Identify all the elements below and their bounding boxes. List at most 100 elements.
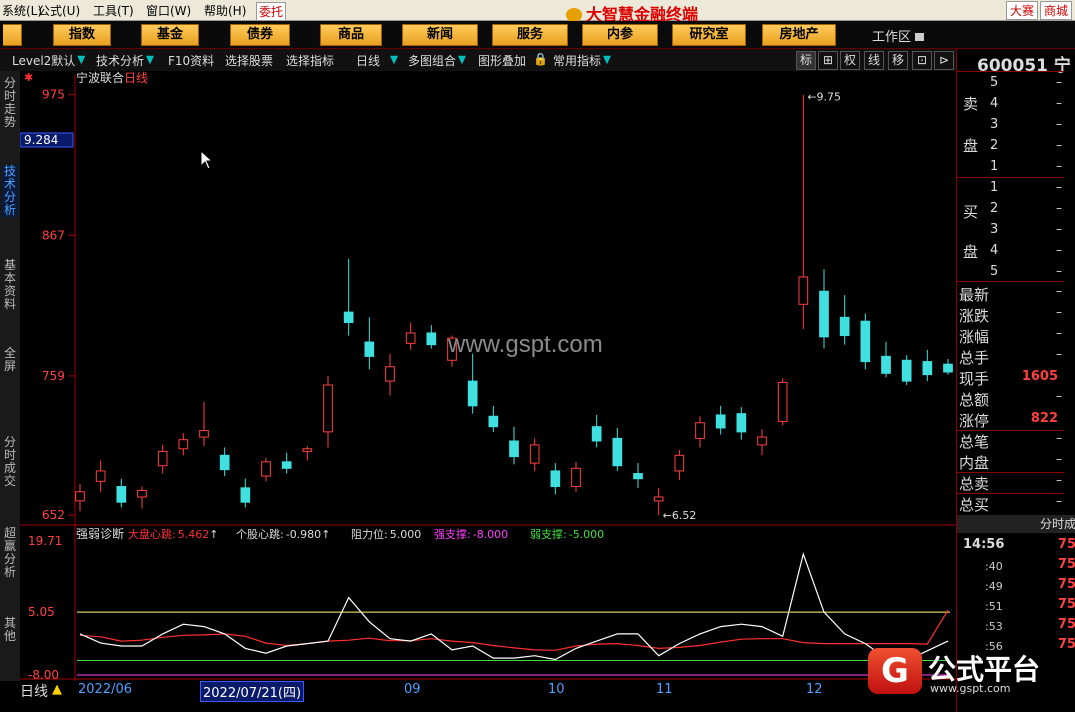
- market-heartbeat-label: 大盘心跳: 5.462↑: [128, 527, 218, 541]
- candle-body: [571, 467, 581, 488]
- toolbar-level2[interactable]: Level2默认: [12, 52, 86, 69]
- mall-button[interactable]: 商城: [1040, 1, 1073, 20]
- menu-formula[interactable]: 公式(U): [38, 2, 80, 19]
- quote-field-row: 最新 –: [957, 284, 1075, 304]
- stock-heartbeat-label: 个股心跳: -0.980↑: [236, 527, 330, 541]
- candle-body: [385, 366, 395, 382]
- tab-research[interactable]: 研究室: [672, 24, 746, 46]
- up-arrow-icon: ↑: [321, 528, 330, 541]
- candle-body: [943, 363, 953, 373]
- low-label: ←6.52: [663, 509, 697, 522]
- stock-name-text: 宁: [1053, 56, 1071, 76]
- nav-super-analysis[interactable]: 超赢分析: [2, 527, 18, 579]
- toolbar-select-stock[interactable]: 选择股票: [225, 52, 273, 69]
- lock-icon[interactable]: 🔒: [533, 52, 548, 66]
- tab-insider[interactable]: 内参: [582, 24, 658, 46]
- panel-divider: [957, 281, 1064, 282]
- brand-url: www.gspt.com: [930, 682, 1011, 695]
- candle-body: [281, 461, 292, 469]
- tick-price: 75: [1057, 537, 1075, 552]
- menu-system[interactable]: 系统(L): [2, 2, 42, 19]
- tab-bond[interactable]: 债券: [230, 24, 290, 46]
- candle-body: [695, 422, 705, 439]
- period-toggle-icon[interactable]: ▲: [52, 682, 62, 697]
- nav-intraday[interactable]: 分时走势: [2, 77, 18, 129]
- tab-index[interactable]: 指数: [53, 24, 111, 46]
- tab-commodity[interactable]: 商品: [320, 24, 382, 46]
- price-tick-label: 975: [42, 88, 65, 102]
- weituo-button[interactable]: 委托: [256, 2, 287, 21]
- dropdown-icon: [458, 55, 467, 65]
- toolbar-f10[interactable]: F10资料: [168, 52, 214, 69]
- candle-body: [591, 426, 602, 442]
- candle-body: [839, 316, 850, 337]
- price-tick-label: 652: [42, 508, 65, 522]
- candle-body: [860, 320, 871, 363]
- candle-body: [819, 290, 829, 338]
- resistance-value: 5.000: [390, 528, 422, 541]
- quote-field-value: –: [1056, 431, 1062, 445]
- toolbar-multi-chart[interactable]: 多图组合: [408, 52, 467, 69]
- chart-stock-name: 宁波联合: [76, 71, 124, 85]
- panel-toggle-icon[interactable]: ⊳: [934, 51, 954, 70]
- chart-period: 日线: [124, 71, 148, 85]
- maximize-icon[interactable]: ⊡: [912, 51, 932, 70]
- quote-field-row: 总额 –: [957, 389, 1075, 409]
- toolbar-tech-analysis[interactable]: 技术分析: [96, 52, 155, 69]
- candle-body: [405, 332, 416, 344]
- up-arrow-icon: ↑: [209, 528, 218, 541]
- chart-area[interactable]: 975 867 759 652 19.71 5.05 -8.00 ✱ 宁波联合 日线 9.…: [19, 70, 957, 682]
- candle-body: [75, 491, 85, 502]
- nav-ticks[interactable]: 分时成交: [2, 436, 18, 488]
- indicator-tick-label: 5.05: [28, 605, 55, 619]
- nav-fundamental[interactable]: 基本资料: [2, 259, 18, 311]
- buy-level-row: 2 –: [957, 201, 1075, 221]
- candle-body: [757, 436, 767, 446]
- quote-field-value: –: [1056, 284, 1062, 298]
- menu-tools[interactable]: 工具(T): [93, 2, 134, 19]
- candle-body: [901, 359, 912, 382]
- candle-body: [488, 415, 499, 428]
- quote-field-label: 总额: [959, 391, 990, 409]
- cursor-value: 9.284: [24, 133, 58, 147]
- candle: [777, 378, 788, 426]
- kline-chart[interactable]: 975 867 759 652 19.71 5.05 -8.00 ✱ 宁波联合 日线 9.…: [19, 70, 957, 682]
- candle-body: [715, 414, 726, 429]
- menu-window[interactable]: 窗口(W): [146, 2, 191, 19]
- candle-body: [550, 470, 561, 488]
- dropdown-icon: [77, 55, 86, 65]
- panel-divider: [957, 177, 1064, 178]
- settings-icon[interactable]: ✱: [24, 71, 33, 84]
- toolbar-common-indicator[interactable]: 常用指标: [553, 52, 612, 69]
- workspace-button[interactable]: 工作区: [872, 26, 925, 45]
- now-hand-value: 1605: [1021, 369, 1058, 384]
- tab-service[interactable]: 服务: [492, 24, 568, 46]
- tab-news[interactable]: 新闻: [402, 24, 478, 46]
- buy-level-value: –: [1056, 243, 1062, 257]
- nav-other[interactable]: 其他: [2, 617, 18, 643]
- tab-realestate[interactable]: 房地产: [762, 24, 836, 46]
- nav-technical[interactable]: 技术分析: [2, 165, 18, 217]
- quote-field-label: 涨停: [959, 412, 990, 430]
- rights-button[interactable]: 权: [840, 51, 860, 70]
- toolbar-period[interactable]: 日线: [356, 52, 399, 69]
- quote-field-row: 总买 –: [957, 494, 1075, 514]
- nav-fullscreen[interactable]: 全屏: [2, 347, 18, 373]
- line-button[interactable]: 线: [864, 51, 884, 70]
- buy-level-number: 4: [990, 243, 999, 258]
- category-tabs: 指数 基金 债券 商品 新闻 服务 内参 研究室 房地产 工作区: [0, 21, 1075, 49]
- contest-button[interactable]: 大赛: [1006, 1, 1039, 20]
- toolbar-overlay[interactable]: 图形叠加: [478, 52, 526, 69]
- quote-field-label: 涨跌: [959, 307, 990, 325]
- tab-cut: [3, 24, 22, 46]
- tab-fund[interactable]: 基金: [141, 24, 199, 46]
- mark-button[interactable]: 标: [796, 51, 816, 70]
- move-button[interactable]: 移: [888, 51, 908, 70]
- crosshair-icon[interactable]: ⊞: [818, 51, 838, 70]
- menu-help[interactable]: 帮助(H): [204, 2, 246, 19]
- toolbar-select-indicator[interactable]: 选择指标: [286, 52, 334, 69]
- candle-body: [426, 332, 437, 346]
- candle-body: [178, 439, 189, 450]
- resistance-label-text: 阻力位:: [351, 527, 388, 541]
- period-label[interactable]: 日线: [20, 681, 48, 701]
